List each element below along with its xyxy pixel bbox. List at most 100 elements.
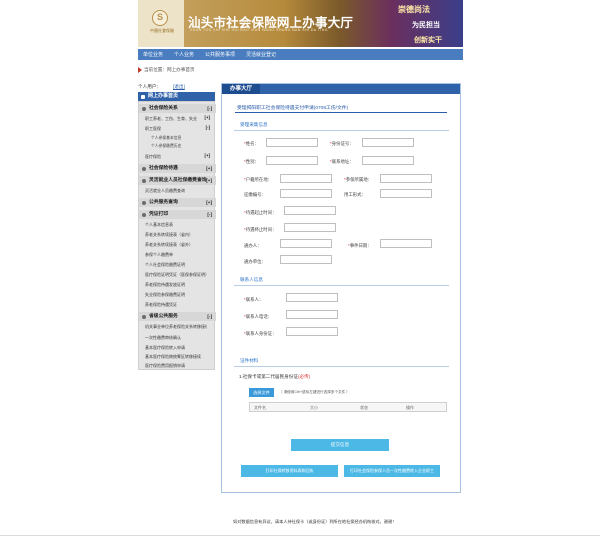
handler-input[interactable] — [280, 239, 332, 248]
logout-link[interactable]: [退出] — [173, 84, 185, 89]
sidebar-item-provincial[interactable]: 机关事业单位养老保险关系转移接续申请 — [145, 324, 207, 330]
sidebar-sub-payment-history[interactable]: 个人参保缴费历史 — [151, 144, 181, 149]
sidebar-item-provincial[interactable]: 医疗保险费用报销申请 — [145, 363, 207, 369]
section-divider — [234, 130, 449, 131]
logo-panel: S 中國社會保險 — [138, 0, 184, 47]
benefit-start-input[interactable] — [284, 206, 336, 215]
upload-item-title: 1.社保卡或第二代居民身份证(必传) — [239, 374, 311, 379]
sidebar-group-label: 省级公共服务 — [149, 314, 178, 319]
main-panel-header: 办事大厅 — [222, 84, 460, 94]
gender-input[interactable] — [266, 156, 318, 165]
sidebar-group-public-query[interactable]: 公共服务查询 [+] — [139, 198, 216, 207]
id-number-input[interactable] — [362, 138, 414, 147]
household-input[interactable] — [280, 174, 332, 183]
print-one-time-payment-button[interactable]: 打印社会保险参保人员一次性缴费转入企业职工 — [344, 465, 440, 477]
print-transfer-button[interactable]: 打印社保转移资料表和回执 — [241, 465, 338, 477]
sidebar-group-label: 公共服务查询 — [149, 200, 178, 205]
sidebar-item-print[interactable]: 失业保险参保缴费证明 — [145, 292, 207, 298]
tab-service-hall[interactable]: 办事大厅 — [222, 84, 260, 94]
section-divider — [234, 285, 449, 286]
sidebar-group-provincial-services[interactable]: 省级公共服务 [-] — [139, 312, 216, 321]
nav-item-unit-business[interactable]: 单位业务 — [143, 51, 163, 58]
collapse-toggle[interactable]: [-] — [206, 125, 210, 130]
footer-notice: 如对数据信息有异议，请本人持社保卡（或身份证）到所在地社保经办机构核对。谢谢！ — [233, 519, 397, 524]
expand-toggle[interactable]: [+] — [206, 176, 212, 185]
nav-item-public-services[interactable]: 公共服务事项 — [205, 51, 235, 58]
sidebar-sub-basic-info[interactable]: 个人参保基本信息 — [151, 136, 181, 141]
id-number-label: *身份证号： — [330, 141, 354, 146]
section-divider — [234, 366, 449, 367]
sidebar-item-medical-insurance[interactable]: 医疗保险 — [145, 154, 207, 160]
event-date-input[interactable] — [380, 239, 432, 248]
group-icon — [142, 166, 146, 171]
sidebar-group-certificate-print[interactable]: 凭证打印 [-] — [139, 210, 216, 219]
sidebar-item-print[interactable]: 养老保险待遇发放证明 — [145, 282, 207, 288]
insured-region-label: *参保所属地： — [344, 177, 373, 182]
benefit-start-label: *待遇起止时间： — [244, 210, 277, 215]
sidebar-group-label: 社会保险关系 — [149, 106, 178, 111]
sidebar-group-label: 凭证打印 — [149, 212, 169, 217]
user-line: 个人用户： [退出] — [138, 84, 185, 90]
sidebar-group-insurance-relation[interactable]: 社会保险关系 [-] — [139, 104, 216, 113]
collection-number-input[interactable] — [280, 189, 332, 198]
slogan-3: 创新实干 — [414, 37, 442, 44]
main-panel: 办事大厅 受理揭阳职工社会保险待遇支付申请(0708工伤/文件) 受理采集信息 … — [221, 83, 461, 493]
nav-item-personal-business[interactable]: 个人业务 — [174, 51, 194, 58]
sidebar-item-print[interactable]: 医疗保险证明凭证（医保参保证明） — [145, 272, 207, 278]
group-icon — [142, 106, 146, 111]
benefit-end-input[interactable] — [284, 223, 336, 232]
employment-form-input[interactable] — [380, 189, 432, 198]
sidebar-item-flexible-payment[interactable]: 灵活就业人员缴费查询 — [145, 188, 207, 194]
sidebar-group-flexible-query[interactable]: 灵活就业人员社保缴费查询 [+] — [139, 176, 216, 185]
unit-label: 通办单位： — [244, 259, 266, 264]
expand-toggle[interactable]: [+] — [205, 115, 211, 120]
sidebar-item-print[interactable]: 个人基本信息表 — [145, 222, 207, 228]
select-file-button[interactable]: 选择文件 — [249, 388, 274, 397]
sidebar-item-provincial[interactable]: 基本医疗保险跨统筹区转移接续 — [145, 354, 207, 360]
sidebar-item-print[interactable]: 参保个人缴费单 — [145, 252, 207, 258]
group-icon — [142, 212, 146, 217]
upload-hint: （ 请使用Ctrl+鼠标左键进行选择多个文件 ） — [279, 390, 350, 394]
name-input[interactable] — [266, 138, 318, 147]
gender-label: *性别： — [244, 159, 259, 164]
sidebar-item-print[interactable]: 养老关系转续接表（省内） — [145, 232, 207, 238]
nav-item-flexible-employment[interactable]: 灵活就业登记 — [246, 51, 276, 58]
expand-toggle[interactable]: [+] — [206, 198, 212, 207]
section-title-contact: 联系人信息 — [240, 277, 263, 282]
form-title: 受理揭阳职工社会保险待遇支付申请(0708工伤/文件) — [237, 106, 349, 111]
group-icon — [142, 314, 146, 319]
contact-id-input[interactable] — [286, 327, 338, 336]
contact-id-label: *联系人身份证： — [244, 331, 277, 336]
contact-phone-input[interactable] — [286, 310, 338, 319]
expand-toggle[interactable]: [+] — [206, 164, 212, 173]
bottom-divider — [0, 535, 600, 536]
sidebar-item-provincial[interactable]: 一次性缴费审核确认 — [145, 335, 207, 341]
slogan-2: 为民担当 — [412, 22, 440, 29]
unit-input[interactable] — [280, 255, 332, 264]
sidebar-group-benefits[interactable]: 社会保险待遇 [+] — [139, 164, 216, 173]
collapse-toggle[interactable]: [-] — [207, 104, 212, 113]
collapse-toggle[interactable]: [-] — [207, 312, 212, 321]
collapse-toggle[interactable]: [-] — [207, 210, 212, 219]
sidebar-item-medical[interactable]: 职工医保 — [145, 126, 207, 132]
breadcrumb-text[interactable]: 当前位置：网上办事首页 — [144, 67, 195, 73]
household-label: *户籍所在地： — [244, 177, 273, 182]
contact-name-input[interactable] — [286, 293, 338, 302]
insured-region-input[interactable] — [380, 174, 432, 183]
expand-toggle[interactable]: [+] — [205, 153, 211, 158]
table-header-size: 大小 — [310, 405, 318, 410]
table-header-actions: 操作 — [406, 405, 414, 410]
sidebar-item-print[interactable]: 养老保险待遇凭证 — [145, 302, 207, 308]
submit-button[interactable]: 提交信息 — [291, 439, 389, 451]
sidebar-head-home[interactable]: 网上办事首页 — [138, 92, 215, 101]
sidebar-item-print[interactable]: 养老关系转续接表（省外） — [145, 242, 207, 248]
sidebar-head-label: 网上办事首页 — [148, 93, 179, 99]
address-input[interactable] — [362, 156, 414, 165]
sidebar-item-print[interactable]: 个人社会保险缴费证明 — [145, 262, 207, 268]
handler-label: 通办人： — [244, 243, 262, 248]
sidebar-item-pension[interactable]: 职工养老、工伤、生育、失业 — [145, 116, 207, 122]
site-title-pinyin: SHAN TOU SHI SHE HUI BAO XIAN WANG SHANG… — [190, 28, 328, 32]
file-table-header: 文件名 大小 状态 操作 — [249, 402, 447, 412]
breadcrumb: 当前位置：网上办事首页 — [138, 66, 463, 74]
sidebar-item-provincial[interactable]: 基本医疗保险转入申请 — [145, 345, 207, 351]
